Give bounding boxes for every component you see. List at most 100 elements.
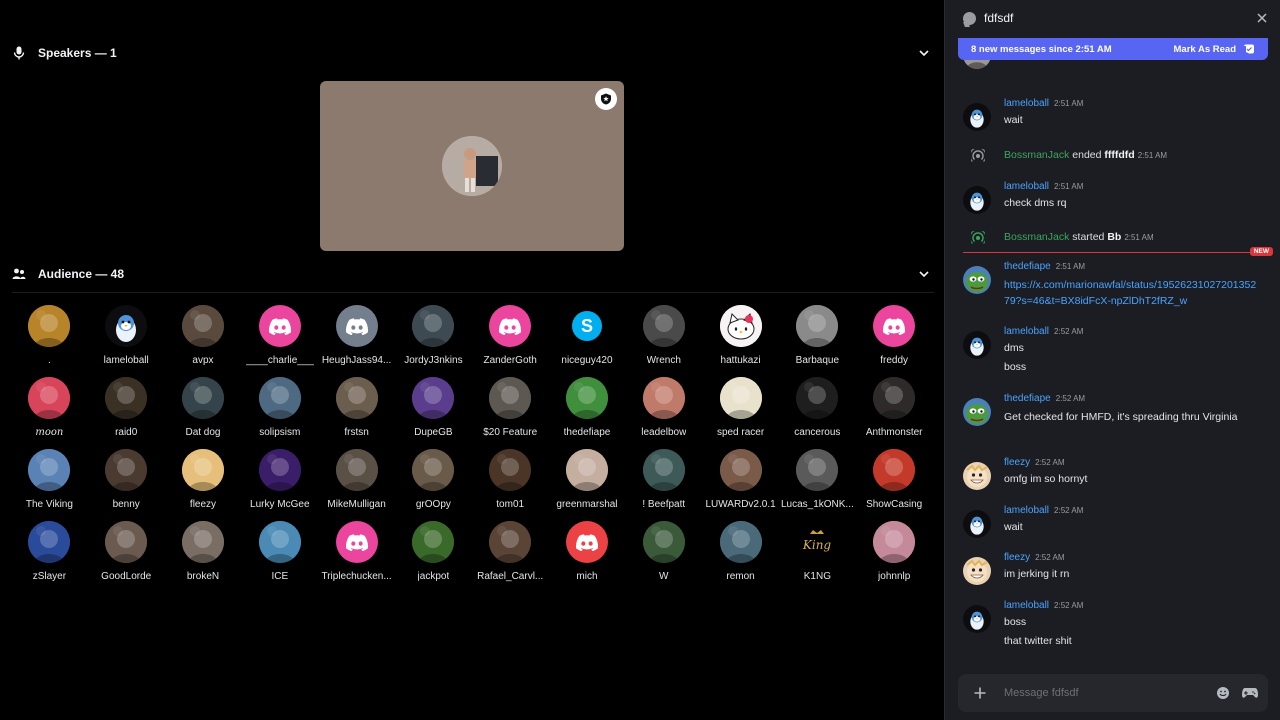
author-name[interactable]: lameloball: [1004, 98, 1049, 109]
audience-member[interactable]: brokeN: [165, 521, 242, 593]
message-avatar[interactable]: [963, 462, 991, 490]
author-name[interactable]: thedefiape: [1004, 393, 1051, 404]
message-author[interactable]: fleezy 2:52 AM: [1004, 457, 1064, 468]
audience-member[interactable]: solipsism: [241, 377, 318, 449]
author-name[interactable]: fleezy: [1004, 552, 1030, 563]
audience-member[interactable]: ! Beefpatt: [625, 449, 702, 521]
audience-member[interactable]: .: [11, 305, 88, 377]
message-author[interactable]: lameloball 2:52 AM: [1004, 326, 1083, 337]
audience-member[interactable]: Lurky McGee: [241, 449, 318, 521]
message-avatar[interactable]: [963, 605, 991, 633]
message-avatar[interactable]: [963, 398, 991, 426]
audience-member[interactable]: zSlayer: [11, 521, 88, 593]
message-list[interactable]: NEW boss u fw doritos?lameloball2:51 AMw…: [945, 36, 1280, 666]
audience-member[interactable]: hattukazi: [702, 305, 779, 377]
author-name[interactable]: lameloball: [1004, 505, 1049, 516]
audience-member-name: raid0: [115, 427, 138, 438]
message-avatar[interactable]: [963, 331, 991, 359]
audience-member[interactable]: fleezy: [165, 449, 242, 521]
audience-member[interactable]: Barbaque: [779, 305, 856, 377]
message-input[interactable]: [1004, 674, 1194, 712]
emoji-icon[interactable]: [1216, 686, 1230, 700]
audience-member[interactable]: ____charlie___: [241, 305, 318, 377]
audience-member[interactable]: W: [625, 521, 702, 593]
audience-member[interactable]: Lucas_1kONK...: [779, 449, 856, 521]
audience-member[interactable]: MikeMulligan: [318, 449, 395, 521]
author-name[interactable]: lameloball: [1004, 326, 1049, 337]
message-text: Get checked for HMFD, it's spreading thr…: [1004, 411, 1238, 423]
author-name[interactable]: lameloball: [1004, 600, 1049, 611]
audience-member[interactable]: tom01: [472, 449, 549, 521]
author-name[interactable]: thedefiape: [1004, 261, 1051, 272]
close-icon[interactable]: [1255, 11, 1269, 25]
message-avatar[interactable]: [963, 103, 991, 131]
chevron-down-icon[interactable]: [916, 266, 932, 282]
audience-member-name: ____charlie___: [245, 355, 314, 366]
message-avatar[interactable]: [963, 266, 991, 294]
message-text: boss: [1004, 616, 1027, 628]
message-avatar[interactable]: [963, 186, 991, 214]
message-author[interactable]: lameloball 2:52 AM: [1004, 600, 1083, 611]
audience-member[interactable]: leadelbow: [625, 377, 702, 449]
audience-member[interactable]: jackpot: [395, 521, 472, 593]
audience-member[interactable]: King K1NG: [779, 521, 856, 593]
audience-member[interactable]: Dat dog: [165, 377, 242, 449]
audience-member-name: frstsn: [344, 427, 369, 438]
audience-member[interactable]: remon: [702, 521, 779, 593]
speakers-section-header[interactable]: Speakers — 1: [12, 41, 934, 65]
message-author[interactable]: thedefiape 2:52 AM: [1004, 393, 1085, 404]
new-messages-banner[interactable]: 8 new messages since 2:51 AM Mark As Rea…: [958, 38, 1268, 60]
audience-member[interactable]: $20 Feature: [472, 377, 549, 449]
audience-member[interactable]: ZanderGoth: [472, 305, 549, 377]
audience-member[interactable]: lameloball: [88, 305, 165, 377]
message-link[interactable]: https://x.com/marionawfal/status/1952623…: [1004, 277, 1259, 309]
speaker-tile[interactable]: [320, 81, 624, 251]
message-author[interactable]: thedefiape 2:51 AM: [1004, 261, 1085, 272]
message-avatar[interactable]: [963, 557, 991, 585]
audience-member[interactable]: Triplechucken...: [318, 521, 395, 593]
audience-member[interactable]: The Viking: [11, 449, 88, 521]
audience-member[interactable]: avpx: [165, 305, 242, 377]
audience-member[interactable]: mich: [549, 521, 626, 593]
message-author[interactable]: fleezy 2:52 AM: [1004, 552, 1064, 563]
audience-member[interactable]: benny: [88, 449, 165, 521]
audience-member[interactable]: moon: [11, 377, 88, 449]
audience-member[interactable]: frstsn: [318, 377, 395, 449]
system-user[interactable]: BossmanJack: [1004, 149, 1069, 161]
message-author[interactable]: lameloball 2:51 AM: [1004, 98, 1083, 109]
audience-member[interactable]: ShowCasing: [856, 449, 933, 521]
audience-member[interactable]: JordyJ3nkins: [395, 305, 472, 377]
audience-member-name: Barbaque: [795, 355, 840, 366]
message-avatar[interactable]: [963, 510, 991, 538]
message-author[interactable]: lameloball 2:52 AM: [1004, 505, 1083, 516]
message-author[interactable]: lameloball 2:51 AM: [1004, 181, 1083, 192]
chevron-down-icon[interactable]: [916, 45, 932, 61]
audience-member[interactable]: freddy: [856, 305, 933, 377]
add-attachment-icon[interactable]: [972, 685, 988, 701]
gamepad-icon[interactable]: [1242, 686, 1258, 700]
audience-member[interactable]: Anthmonster: [856, 377, 933, 449]
audience-member[interactable]: cancerous: [779, 377, 856, 449]
audience-member[interactable]: HeughJass94...: [318, 305, 395, 377]
audience-section-header[interactable]: Audience — 48: [12, 262, 934, 286]
author-name[interactable]: lameloball: [1004, 181, 1049, 192]
audience-member[interactable]: Wrench: [625, 305, 702, 377]
mark-as-read-button[interactable]: Mark As Read: [1174, 44, 1255, 55]
audience-member[interactable]: DupeGB: [395, 377, 472, 449]
audience-member[interactable]: johnnlp: [856, 521, 933, 593]
audience-member[interactable]: LUWARDv2.0.1: [702, 449, 779, 521]
audience-member[interactable]: Sniceguy420: [549, 305, 626, 377]
system-user[interactable]: BossmanJack: [1004, 231, 1069, 243]
audience-member[interactable]: greenmarshal: [549, 449, 626, 521]
audience-member[interactable]: thedefiape: [549, 377, 626, 449]
audience-member[interactable]: grOOpy: [395, 449, 472, 521]
audience-member[interactable]: Rafael_Carvl...: [472, 521, 549, 593]
audience-member[interactable]: ICE: [241, 521, 318, 593]
audience-member-name: cancerous: [794, 427, 841, 438]
audience-member[interactable]: GoodLorde: [88, 521, 165, 593]
audience-member-name: solipsism: [259, 427, 301, 438]
audience-member[interactable]: raid0: [88, 377, 165, 449]
author-name[interactable]: fleezy: [1004, 457, 1030, 468]
audience-member[interactable]: sped racer: [702, 377, 779, 449]
microphone-icon: [12, 46, 26, 60]
